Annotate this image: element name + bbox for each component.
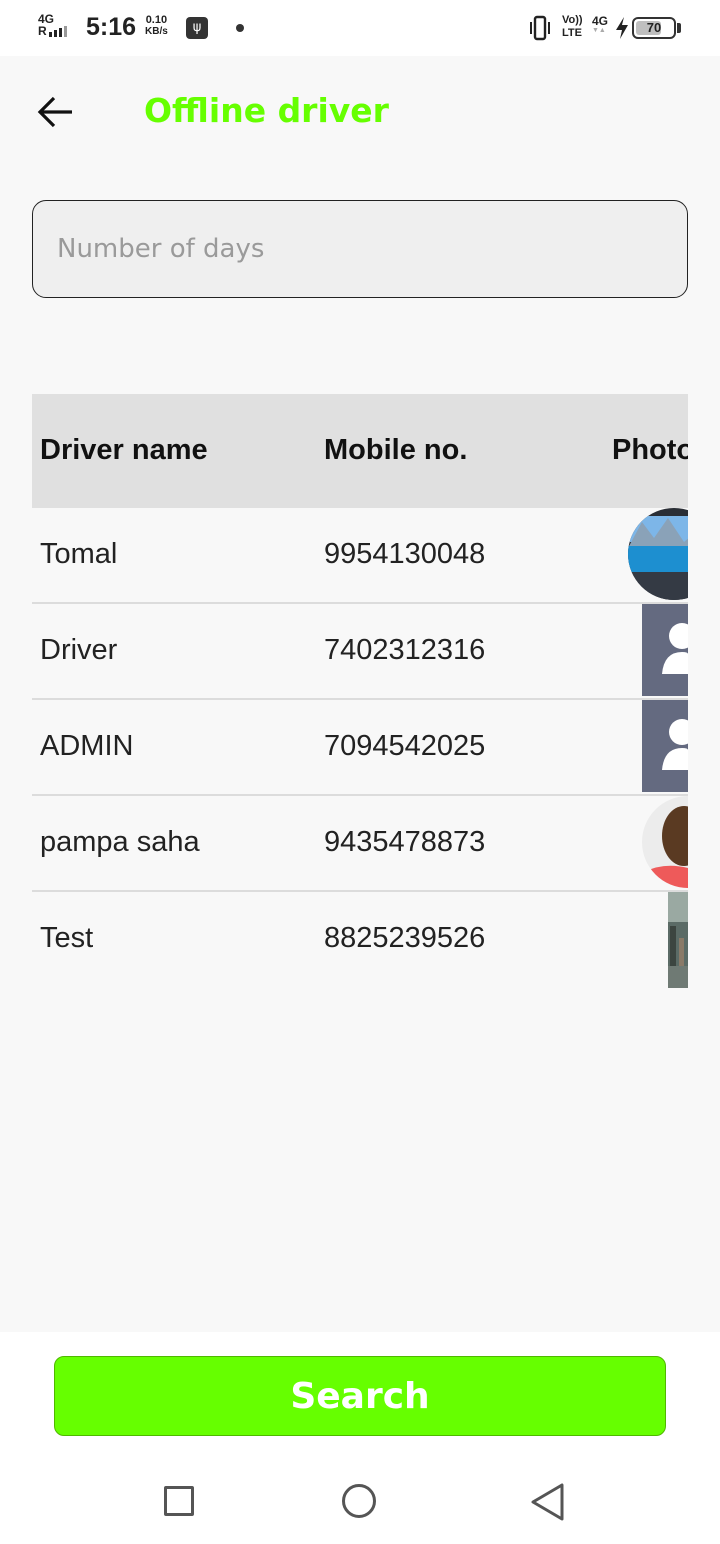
driver-name: Tomal [40,538,118,570]
battery-level: 70 [646,20,662,35]
number-of-days-input[interactable] [32,200,688,298]
column-header-driver-name: Driver name [40,434,208,466]
driver-name: pampa saha [40,826,200,858]
data-type-label: 4G [592,14,609,28]
lte-label: LTE [562,27,582,39]
speed-value: 0.10 [145,14,168,26]
driver-name: Driver [40,634,118,666]
driver-mobile: 7402312316 [324,634,486,666]
search-button[interactable]: Search [54,1356,666,1436]
table-row[interactable]: Driver 7402312316 [32,604,688,700]
driver-mobile: 8825239526 [324,922,486,954]
column-header-mobile: Mobile no. [324,434,468,466]
street-photo [668,892,688,988]
page-title: Offline driver [144,91,389,130]
arrow-left-icon [37,96,72,128]
table-row[interactable]: ADMIN 7094542025 [32,700,688,796]
driver-mobile: 9435478873 [324,826,486,858]
volte-label: Vo)) [562,14,583,26]
driver-name: ADMIN [40,730,134,762]
notification-dot-icon [236,24,244,32]
charging-icon [616,17,628,39]
back-button[interactable] [30,88,82,136]
vibrate-icon [530,15,550,41]
nav-back-button[interactable] [528,1482,568,1522]
column-header-photo: Photo [612,434,688,466]
default-avatar-icon [642,700,688,792]
signal-bars-icon [48,26,67,37]
recent-apps-button[interactable] [164,1486,194,1516]
table-row[interactable]: Test 8825239526 [32,892,688,988]
speed-unit: KB/s [145,26,168,37]
table-row[interactable]: pampa saha 9435478873 [32,796,688,892]
person-photo [642,796,688,888]
roaming-indicator: R [38,24,47,38]
landscape-photo [628,508,688,600]
driver-name: Test [40,922,94,954]
network-indicator: 4G R [38,13,67,37]
table-header: Driver name Mobile no. Photo [32,394,688,508]
driver-mobile: 7094542025 [324,730,486,762]
table-row[interactable]: Tomal 9954130048 [32,508,688,604]
network-speed: 0.10 KB/s [145,14,168,38]
data-type-indicator: 4G ▼▲ [592,15,608,35]
data-arrows-icon: ▼▲ [592,27,606,34]
status-time: 5:16 [86,13,137,41]
status-bar: 4G R 5:16 0.10 KB/s ψ Vo)) LTE 4G ▼▲ 70 [0,0,720,56]
driver-mobile: 9954130048 [324,538,486,570]
battery-icon: 70 [632,17,676,39]
usb-debug-icon: ψ [186,17,208,39]
drivers-table: Driver name Mobile no. Photo Tomal 99541… [32,394,688,994]
default-avatar-icon [642,604,688,696]
home-button[interactable] [342,1484,376,1518]
volte-indicator: Vo)) LTE [562,14,583,40]
battery-tip [677,23,681,33]
